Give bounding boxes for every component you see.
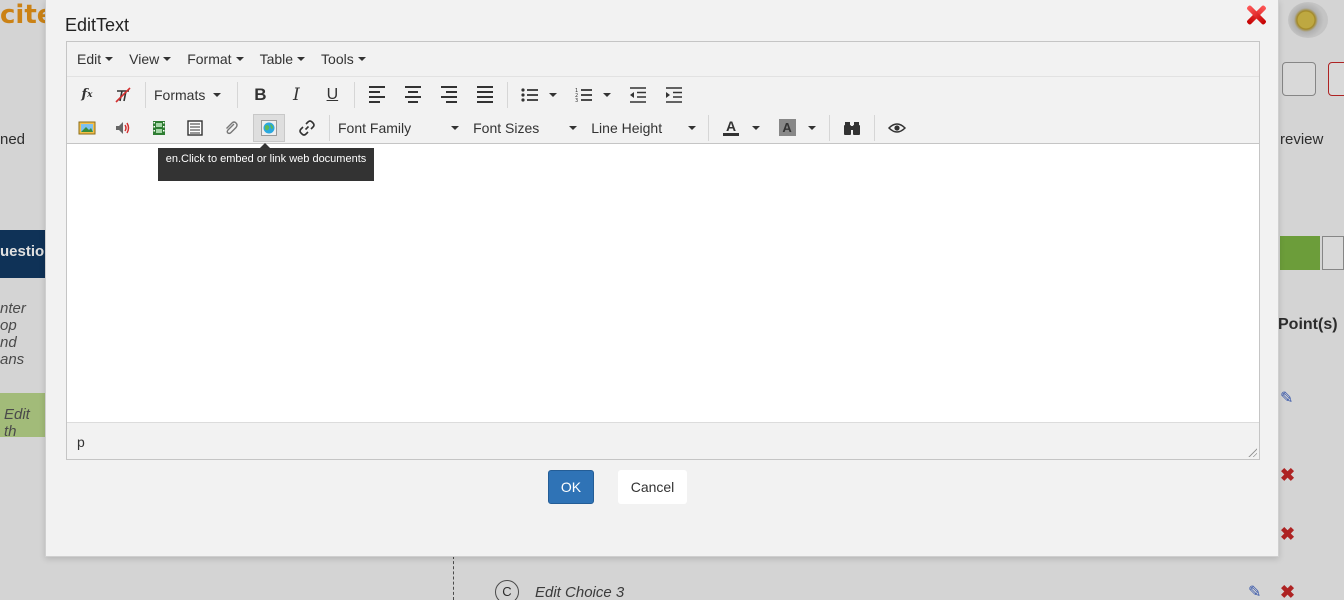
indent-icon[interactable] [660,81,688,109]
align-left-icon[interactable] [363,81,391,109]
background-color-options[interactable] [805,114,819,142]
resize-handle-icon[interactable] [1247,447,1257,457]
insert-audio-icon[interactable] [109,114,137,142]
editor-menubar: Edit View Format Table Tools [67,42,1259,77]
cancel-button[interactable]: Cancel [618,470,687,504]
separator [354,81,356,108]
rich-text-editor: Edit View Format Table Tools fx Formats … [66,41,1260,460]
separator [829,114,831,141]
chevron-down-icon [603,92,612,97]
text-color-options[interactable] [749,114,763,142]
chevron-down-icon [297,57,306,61]
separator [708,114,710,141]
chevron-down-icon [549,92,558,97]
separator [329,114,330,141]
clear-formatting-icon[interactable] [109,81,137,109]
bullet-list-icon[interactable] [516,81,544,109]
preview-eye-icon[interactable] [883,114,911,142]
italic-icon[interactable]: I [282,81,310,109]
chevron-down-icon [808,125,817,130]
chevron-down-icon [451,125,460,130]
chevron-down-icon [688,125,697,130]
insert-image-icon[interactable] [73,114,101,142]
binoculars-icon[interactable] [838,114,866,142]
separator [874,114,876,141]
align-center-icon[interactable] [399,81,427,109]
numbered-list-icon[interactable]: 123 [570,81,598,109]
insert-video-icon[interactable] [145,114,173,142]
outdent-icon[interactable] [624,81,652,109]
edit-text-dialog: EditText Edit View Format Table Tools fx… [45,0,1279,557]
font-sizes-dropdown[interactable]: Font Sizes [473,120,578,136]
formats-dropdown[interactable]: Formats [154,87,222,103]
chevron-down-icon [235,57,244,61]
toolbar-row-1: fx Formats B I U 123 [67,77,1259,112]
bullet-list-options[interactable] [546,81,560,109]
numbered-list-options[interactable] [600,81,614,109]
chevron-down-icon [752,125,761,130]
chevron-down-icon [163,57,172,61]
chevron-down-icon [213,92,222,97]
align-right-icon[interactable] [435,81,463,109]
ok-button[interactable]: OK [548,470,594,504]
separator [507,81,509,108]
toolbar-row-2: Font Family Font Sizes Line Height A A [67,112,1259,144]
separator [237,81,239,108]
close-icon[interactable] [1243,2,1269,28]
tooltip: en.Click to embed or link web documents [158,143,374,181]
bold-icon[interactable]: B [246,81,274,109]
editor-content-area[interactable] [67,146,1259,422]
dialog-title: EditText [65,15,130,35]
line-height-dropdown[interactable]: Line Height [591,120,697,136]
element-path[interactable]: p [77,434,85,450]
chevron-down-icon [357,57,366,61]
math-formula-icon[interactable]: fx [73,81,101,109]
underline-icon[interactable]: U [318,81,346,109]
embed-web-document-icon[interactable] [253,113,285,142]
chevron-down-icon [569,125,578,130]
background-color-icon[interactable]: A [773,114,801,142]
font-family-dropdown[interactable]: Font Family [338,120,460,136]
menu-tools[interactable]: Tools [313,51,374,67]
editor-statusbar: p [67,422,1259,459]
align-justify-icon[interactable] [471,81,499,109]
svg-text:3: 3 [575,98,578,103]
insert-document-icon[interactable] [181,114,209,142]
menu-format[interactable]: Format [179,51,251,67]
menu-view[interactable]: View [121,51,179,67]
attachment-icon[interactable] [217,114,245,142]
menu-edit[interactable]: Edit [69,51,121,67]
text-color-icon[interactable]: A [717,114,745,142]
menu-table[interactable]: Table [252,51,313,67]
separator [145,81,146,108]
link-icon[interactable] [293,114,321,142]
chevron-down-icon [105,57,114,61]
